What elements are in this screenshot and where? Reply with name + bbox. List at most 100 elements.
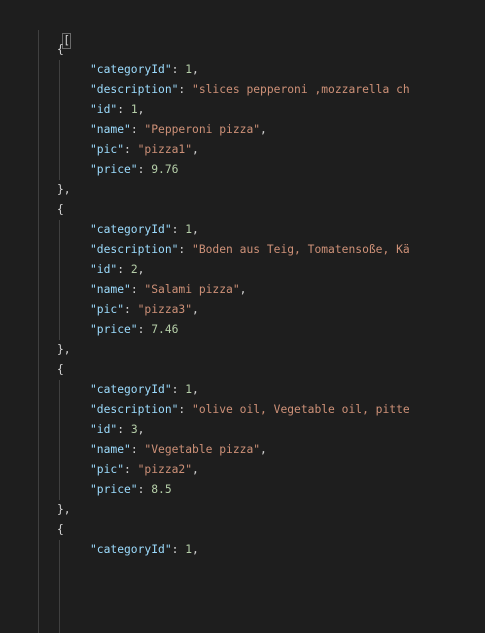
key-separator: :: [130, 123, 145, 136]
trailing-comma: ,: [137, 423, 145, 436]
indent-guide-line: [59, 380, 60, 500]
json-key: "name": [90, 283, 131, 296]
json-number-value: 1: [130, 103, 138, 116]
code-line-property[interactable]: "categoryId": 1,: [90, 60, 199, 80]
json-key: "categoryId": [90, 63, 172, 76]
code-line-brace[interactable]: },: [57, 180, 71, 200]
json-key: "price": [90, 163, 138, 176]
brace-token: },: [57, 183, 71, 196]
json-string-value: "pizza1": [137, 143, 193, 156]
code-editor[interactable]: [ {"categoryId": 1, "description": "slice…: [0, 0, 485, 633]
code-line-property[interactable]: "price": 8.5: [90, 480, 172, 500]
key-separator: :: [124, 303, 138, 316]
json-key: "description": [90, 83, 179, 96]
key-separator: :: [171, 383, 186, 396]
json-key: "pic": [90, 303, 125, 316]
json-key: "id": [90, 103, 118, 116]
trailing-comma: ,: [192, 143, 199, 156]
json-number-value: 3: [130, 423, 138, 436]
code-line-property[interactable]: "description": "slices pepperoni ,mozzar…: [90, 80, 410, 100]
code-line-brace[interactable]: {: [57, 200, 64, 220]
json-string-value: "Boden aus Teig, Tomatensoße, Kä: [192, 243, 410, 256]
code-line-brace[interactable]: {: [57, 520, 64, 540]
json-key: "categoryId": [90, 543, 172, 556]
code-line-property[interactable]: "description": "Boden aus Teig, Tomatens…: [90, 240, 410, 260]
key-separator: :: [124, 463, 138, 476]
trailing-comma: ,: [260, 123, 267, 136]
json-key: "name": [90, 123, 131, 136]
trailing-comma: ,: [192, 463, 199, 476]
code-line-property[interactable]: "id": 1,: [90, 100, 144, 120]
trailing-comma: ,: [137, 263, 145, 276]
key-separator: :: [137, 323, 152, 336]
json-key: "name": [90, 443, 131, 456]
key-separator: :: [117, 103, 131, 116]
json-key: "description": [90, 403, 179, 416]
indent-guide-line: [59, 60, 60, 180]
brace-token: {: [57, 203, 64, 216]
json-number-value: 8.5: [151, 483, 172, 496]
indent-guide-line: [38, 30, 39, 633]
code-line-property[interactable]: "price": 9.76: [90, 160, 178, 180]
code-line-property[interactable]: "description": "olive oil, Vegetable oil…: [90, 400, 410, 420]
code-line-property[interactable]: "name": "Vegetable pizza",: [90, 440, 267, 460]
code-line-brace[interactable]: },: [57, 340, 71, 360]
trailing-comma: ,: [192, 383, 199, 396]
json-key: "pic": [90, 463, 125, 476]
json-key: "id": [90, 263, 118, 276]
json-string-value: "Salami pizza": [144, 283, 240, 296]
json-key: "description": [90, 243, 179, 256]
trailing-comma: ,: [192, 63, 199, 76]
key-separator: :: [130, 283, 145, 296]
key-separator: :: [130, 443, 145, 456]
code-line-brace[interactable]: {: [57, 40, 64, 60]
brace-token: {: [57, 523, 64, 536]
json-string-value: "pizza2": [137, 463, 193, 476]
json-key: "pic": [90, 143, 125, 156]
json-number-value: 2: [130, 263, 138, 276]
json-string-value: "Vegetable pizza": [144, 443, 261, 456]
json-string-value: "olive oil, Vegetable oil, pitte: [192, 403, 410, 416]
code-line-property[interactable]: "id": 2,: [90, 260, 144, 280]
trailing-comma: ,: [260, 443, 267, 456]
key-separator: :: [171, 223, 186, 236]
json-number-value: 9.76: [151, 163, 179, 176]
code-line-open-array[interactable]: [: [35, 11, 72, 49]
json-number-value: 7.46: [151, 323, 179, 336]
json-string-value: "slices pepperoni ,mozzarella ch: [192, 83, 410, 96]
json-key: "id": [90, 423, 118, 436]
code-line-brace[interactable]: },: [57, 500, 71, 520]
code-line-property[interactable]: "categoryId": 1,: [90, 540, 199, 560]
trailing-comma: ,: [192, 223, 199, 236]
key-separator: :: [171, 63, 186, 76]
indent-guide-line: [59, 220, 60, 340]
key-separator: :: [117, 423, 131, 436]
code-line-property[interactable]: "categoryId": 1,: [90, 220, 199, 240]
key-separator: :: [178, 403, 193, 416]
code-line-property[interactable]: "categoryId": 1,: [90, 380, 199, 400]
json-key: "price": [90, 323, 138, 336]
code-line-property[interactable]: "price": 7.46: [90, 320, 178, 340]
key-separator: :: [178, 243, 193, 256]
json-key: "categoryId": [90, 383, 172, 396]
key-separator: :: [178, 83, 193, 96]
code-line-brace[interactable]: {: [57, 360, 64, 380]
code-line-property[interactable]: "name": "Salami pizza",: [90, 280, 246, 300]
code-line-property[interactable]: "name": "Pepperoni pizza",: [90, 120, 267, 140]
brace-token: },: [57, 503, 71, 516]
trailing-comma: ,: [192, 303, 199, 316]
json-key: "categoryId": [90, 223, 172, 236]
key-separator: :: [137, 483, 152, 496]
code-line-property[interactable]: "pic": "pizza2",: [90, 460, 199, 480]
code-line-property[interactable]: "id": 3,: [90, 420, 144, 440]
trailing-comma: ,: [137, 103, 145, 116]
trailing-comma: ,: [239, 283, 247, 296]
code-line-property[interactable]: "pic": "pizza3",: [90, 300, 199, 320]
key-separator: :: [137, 163, 152, 176]
brace-token: },: [57, 343, 71, 356]
key-separator: :: [171, 543, 186, 556]
code-line-property[interactable]: "pic": "pizza1",: [90, 140, 199, 160]
trailing-comma: ,: [192, 543, 199, 556]
json-string-value: "pizza3": [137, 303, 193, 316]
indent-guide-line: [59, 540, 60, 633]
